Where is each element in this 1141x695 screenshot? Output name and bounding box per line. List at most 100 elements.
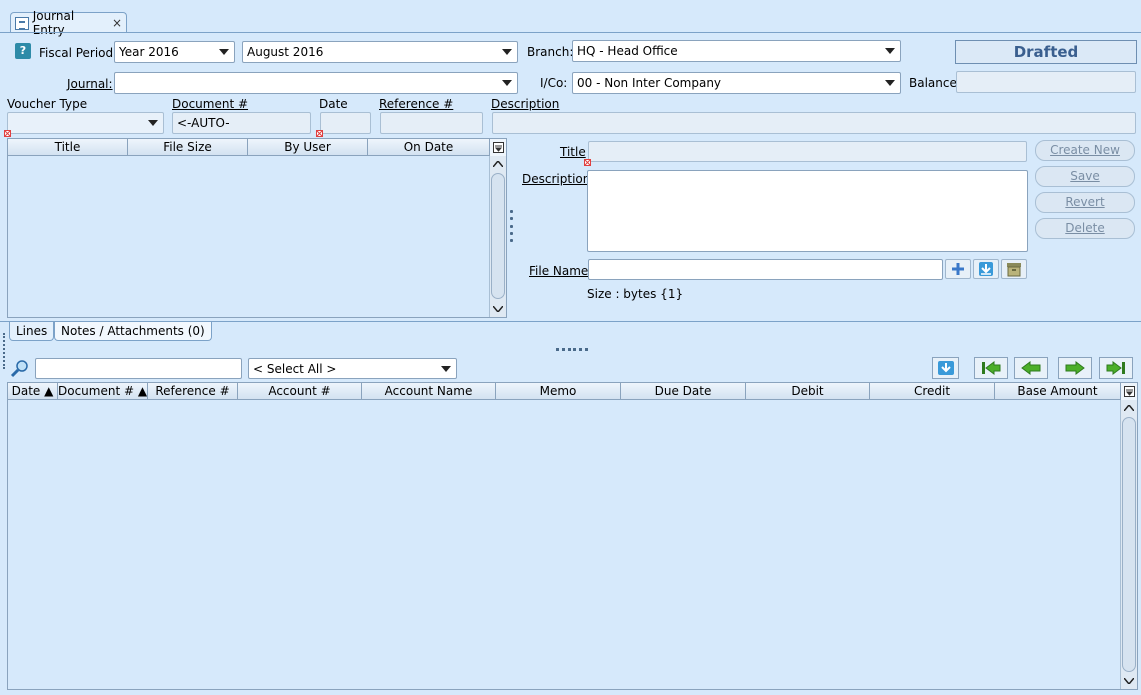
chevron-down-icon	[440, 365, 452, 373]
status-badge: Drafted	[955, 40, 1137, 64]
select-all-dropdown[interactable]: < Select All >	[248, 358, 457, 379]
reference-field[interactable]	[380, 112, 483, 134]
lines-scrollbar[interactable]	[1120, 400, 1137, 689]
fiscal-month-value: August 2016	[247, 45, 324, 59]
first-page-button[interactable]	[974, 357, 1008, 379]
add-file-button[interactable]	[945, 259, 971, 279]
search-input[interactable]	[35, 358, 242, 379]
column-header-account-number[interactable]: Account #	[238, 383, 362, 399]
journal-select[interactable]	[114, 72, 518, 94]
fiscal-period-label: Fiscal Period:	[39, 46, 118, 60]
scroll-down-icon[interactable]	[1121, 674, 1137, 688]
branch-select[interactable]: HQ - Head Office	[572, 40, 901, 62]
column-header-memo[interactable]: Memo	[496, 383, 621, 399]
chevron-down-icon	[884, 79, 896, 87]
column-header-date[interactable]: Date ▲	[8, 383, 58, 399]
attachment-description-field[interactable]	[587, 170, 1028, 252]
save-button[interactable]: Save	[1035, 166, 1135, 187]
branch-value: HQ - Head Office	[577, 44, 678, 58]
attachment-title-label: Title	[560, 145, 586, 159]
balance-label: Balance	[909, 76, 957, 90]
description-field[interactable]	[492, 112, 1136, 134]
tab-journal-entry[interactable]: Journal Entry ×	[10, 9, 127, 37]
voucher-type-select[interactable]	[7, 112, 164, 134]
select-all-value: < Select All >	[253, 361, 337, 376]
column-header-document[interactable]: Document # ▲	[58, 383, 148, 399]
previous-button[interactable]	[1014, 357, 1048, 379]
column-header-title[interactable]: Title	[8, 139, 128, 155]
column-header-file-size[interactable]: File Size	[128, 139, 248, 155]
ico-value: 00 - Non Inter Company	[577, 76, 722, 90]
chevron-down-icon	[147, 119, 159, 127]
column-header-base-amount[interactable]: Base Amount	[995, 383, 1120, 399]
description-label: Description	[491, 97, 560, 111]
tab-divider	[0, 32, 1141, 33]
horizontal-splitter-handle[interactable]	[556, 348, 588, 351]
file-name-field[interactable]	[588, 259, 943, 280]
column-menu-icon[interactable]	[1120, 383, 1137, 400]
search-icon[interactable]	[10, 359, 30, 379]
first-page-icon	[982, 361, 1001, 375]
attachments-grid-header: Title File Size By User On Date	[8, 139, 489, 156]
column-header-credit[interactable]: Credit	[870, 383, 995, 399]
column-header-due-date[interactable]: Due Date	[621, 383, 746, 399]
revert-button[interactable]: Revert	[1035, 192, 1135, 213]
fiscal-month-select[interactable]: August 2016	[242, 41, 518, 63]
branch-label: Branch:	[527, 45, 574, 59]
journal-label: Journal:	[67, 77, 113, 91]
export-button[interactable]	[932, 357, 959, 379]
create-new-button[interactable]: Create New	[1035, 140, 1135, 161]
next-icon	[1065, 361, 1085, 375]
close-icon[interactable]: ×	[112, 16, 122, 30]
column-header-debit[interactable]: Debit	[746, 383, 870, 399]
next-button[interactable]	[1058, 357, 1092, 379]
ico-label: I/Co:	[540, 76, 568, 90]
required-marker-icon	[316, 130, 323, 137]
tab-notes-attachments[interactable]: Notes / Attachments (0)	[54, 322, 212, 341]
archive-icon	[1007, 263, 1021, 277]
column-header-reference[interactable]: Reference #	[148, 383, 238, 399]
scroll-up-icon[interactable]	[490, 157, 506, 171]
chevron-down-icon	[884, 47, 896, 55]
tab-lines[interactable]: Lines	[9, 322, 55, 341]
delete-button[interactable]: Delete	[1035, 218, 1135, 239]
attachment-title-field[interactable]	[588, 141, 1027, 162]
scroll-thumb[interactable]	[491, 173, 505, 299]
delete-label: Delete	[1065, 221, 1105, 235]
required-marker-icon	[4, 130, 11, 137]
column-header-by-user[interactable]: By User	[248, 139, 368, 155]
file-size-text: Size : bytes {1}	[587, 287, 684, 301]
required-marker-icon	[584, 159, 591, 166]
archive-file-button[interactable]	[1001, 259, 1027, 279]
column-menu-icon[interactable]	[489, 139, 506, 156]
vertical-splitter-handle[interactable]	[510, 210, 514, 242]
document-label: Document #	[172, 97, 249, 111]
lines-grid-header: Date ▲ Document # ▲ Reference # Account …	[8, 383, 1120, 400]
attachment-description-label: Description	[522, 172, 591, 186]
file-name-label-text: File Name	[529, 264, 589, 278]
scroll-down-icon[interactable]	[490, 302, 506, 316]
date-label: Date	[319, 97, 348, 111]
create-new-label: Create New	[1050, 143, 1120, 157]
download-icon	[979, 262, 993, 276]
attachments-grid[interactable]: Title File Size By User On Date	[7, 138, 507, 318]
lines-grid[interactable]: Date ▲ Document # ▲ Reference # Account …	[7, 382, 1138, 690]
voucher-type-label: Voucher Type	[7, 97, 88, 111]
download-file-button[interactable]	[973, 259, 999, 279]
side-splitter-handle[interactable]	[3, 333, 5, 369]
column-header-on-date[interactable]: On Date	[368, 139, 489, 155]
file-name-label: File Name	[529, 264, 588, 278]
export-icon	[937, 361, 954, 375]
scroll-thumb[interactable]	[1122, 417, 1136, 672]
fiscal-year-select[interactable]: Year 2016	[114, 41, 235, 63]
chevron-down-icon	[501, 48, 513, 56]
reference-label: Reference #	[379, 97, 454, 111]
ico-select[interactable]: 00 - Non Inter Company	[572, 72, 901, 94]
balance-field	[956, 71, 1136, 93]
last-page-button[interactable]	[1099, 357, 1133, 379]
column-header-account-name[interactable]: Account Name	[362, 383, 496, 399]
date-field[interactable]	[320, 112, 371, 134]
help-icon[interactable]: ?	[15, 43, 31, 59]
scroll-up-icon[interactable]	[1121, 401, 1137, 415]
attachments-scrollbar[interactable]	[489, 156, 506, 317]
